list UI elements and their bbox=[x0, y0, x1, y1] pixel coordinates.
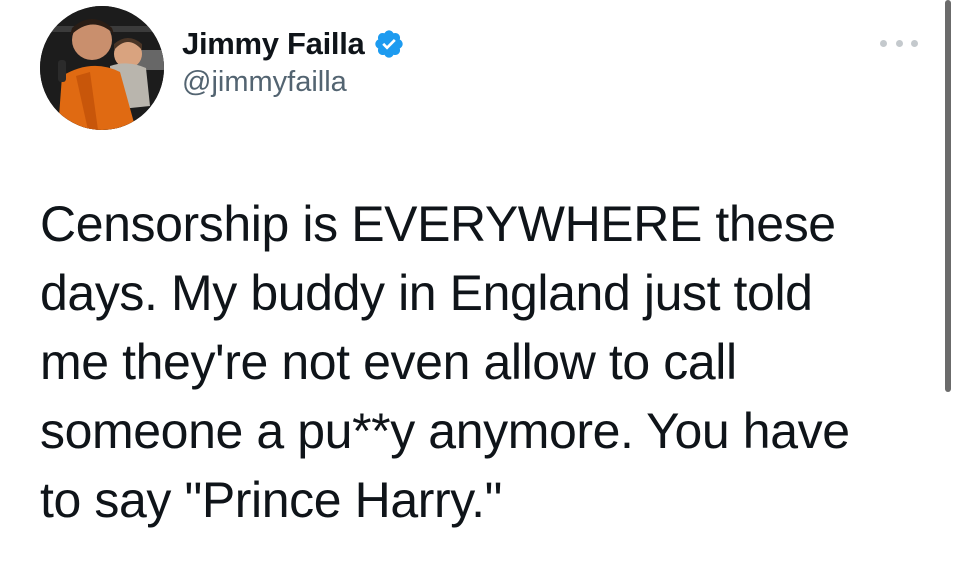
avatar[interactable] bbox=[40, 6, 164, 130]
tweet-text-line: to say "Prince Harry." bbox=[40, 472, 503, 528]
tweet-text-line: Censorship is EVERYWHERE these bbox=[40, 196, 836, 252]
dot bbox=[911, 39, 918, 47]
user-handle[interactable]: @jimmyfailla bbox=[182, 66, 405, 99]
name-row: Jimmy Failla bbox=[182, 24, 405, 64]
verified-badge-icon bbox=[373, 28, 405, 60]
scrollbar[interactable] bbox=[945, 0, 951, 392]
display-name[interactable]: Jimmy Failla bbox=[182, 26, 365, 62]
avatar-photo bbox=[40, 6, 164, 130]
tweet-card: Jimmy Failla @jimmyfailla Censorship is … bbox=[0, 0, 960, 563]
dot bbox=[895, 39, 903, 47]
tweet-text-line: me they're not even allow to call bbox=[40, 334, 737, 390]
user-header: Jimmy Failla @jimmyfailla bbox=[182, 24, 405, 99]
tweet-text-line: someone a pu**y anymore. You have bbox=[40, 403, 850, 459]
dot bbox=[880, 39, 887, 47]
more-options-icon[interactable] bbox=[880, 36, 918, 50]
tweet-text-line: days. My buddy in England just told bbox=[40, 265, 813, 321]
tweet-text: Censorship is EVERYWHERE these days. My … bbox=[40, 190, 920, 535]
